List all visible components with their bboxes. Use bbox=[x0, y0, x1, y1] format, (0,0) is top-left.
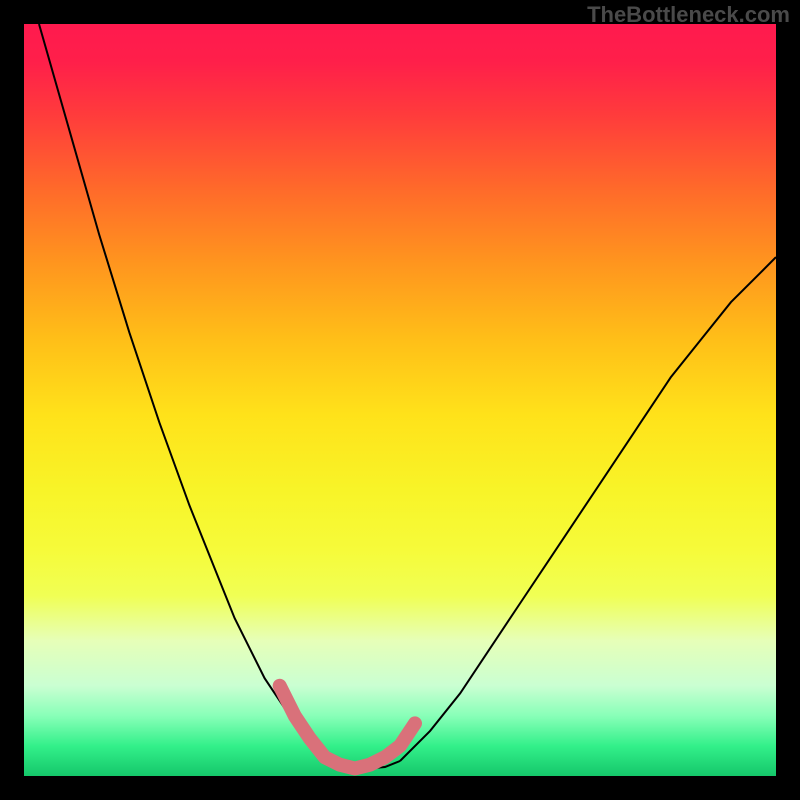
chart-svg bbox=[24, 24, 776, 776]
thick-overlay-path bbox=[280, 686, 415, 769]
left-curve-path bbox=[39, 24, 325, 761]
plot-area bbox=[24, 24, 776, 776]
chart-frame: TheBottleneck.com bbox=[0, 0, 800, 800]
right-curve-path bbox=[400, 257, 776, 761]
